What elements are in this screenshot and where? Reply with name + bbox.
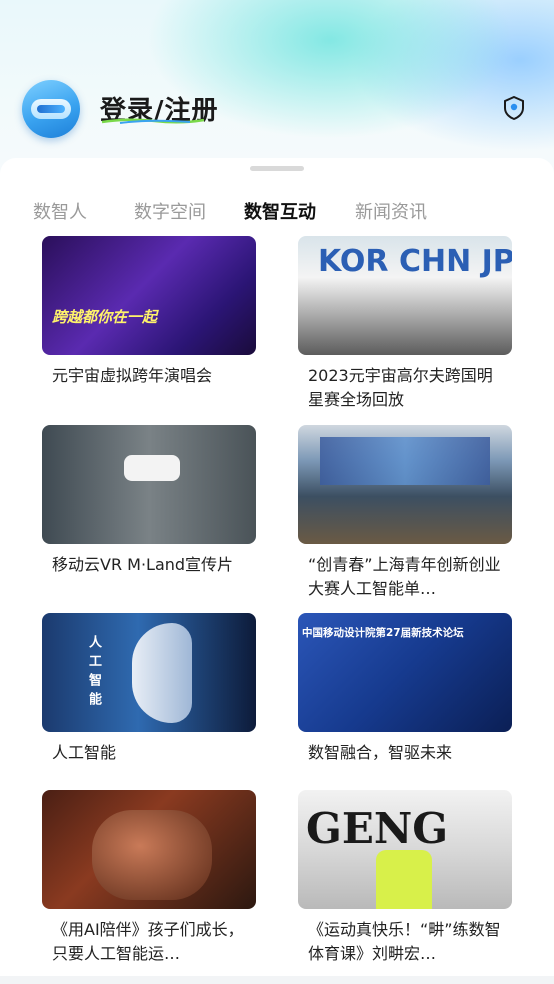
drag-handle[interactable] — [250, 166, 304, 171]
trainer-figure-shape — [376, 850, 432, 909]
tab-news[interactable]: 新闻资讯 — [355, 198, 427, 224]
video-thumbnail[interactable] — [298, 425, 512, 544]
location-shield-icon[interactable] — [503, 96, 525, 120]
video-card[interactable]: 跨越都你在一起 元宇宙虚拟跨年演唱会 — [42, 236, 256, 388]
video-title[interactable]: 2023元宇宙高尔夫跨国明星赛全场回放 — [308, 364, 508, 412]
video-card[interactable]: “创青春”上海青年创新创业大赛人工智能单… — [298, 425, 512, 601]
video-title[interactable]: 移动云VR M·Land宣传片 — [52, 553, 252, 577]
thumbnail-text: KOR CHN JPN — [318, 244, 512, 279]
video-thumbnail[interactable]: KOR CHN JPN — [298, 236, 512, 355]
stage-screen-shape — [320, 437, 490, 485]
video-card[interactable]: GENG 《运动真快乐！“畊”练数智体育课》刘畊宏… — [298, 790, 512, 966]
tab-digital-interaction[interactable]: 数智互动 — [244, 198, 316, 224]
tab-digital-space[interactable]: 数字空间 — [134, 198, 206, 224]
video-thumbnail[interactable] — [42, 790, 256, 909]
thumbnail-text: 跨越都你在一起 — [52, 308, 158, 326]
bottom-edge — [0, 976, 554, 984]
video-title[interactable]: 《运动真快乐！“畊”练数智体育课》刘畊宏… — [308, 918, 508, 966]
video-thumbnail[interactable]: 跨越都你在一起 — [42, 236, 256, 355]
video-card[interactable]: 《用AI陪伴》孩子们成长，只要人工智能运… — [42, 790, 256, 966]
video-thumbnail[interactable]: GENG — [298, 790, 512, 909]
video-card[interactable]: 人工智能 人工智能 — [42, 613, 256, 765]
video-card[interactable]: 移动云VR M·Land宣传片 — [42, 425, 256, 577]
video-title[interactable]: 数智融合，智驱未来 — [308, 741, 508, 765]
video-title[interactable]: 元宇宙虚拟跨年演唱会 — [52, 364, 252, 388]
vr-headset-shape — [124, 455, 180, 481]
video-card[interactable]: KOR CHN JPN 2023元宇宙高尔夫跨国明星赛全场回放 — [298, 236, 512, 412]
video-title[interactable]: “创青春”上海青年创新创业大赛人工智能单… — [308, 553, 508, 601]
tab-digital-human[interactable]: 数智人 — [33, 198, 87, 224]
scene-figures-shape — [92, 810, 212, 900]
video-title[interactable]: 《用AI陪伴》孩子们成长，只要人工智能运… — [52, 918, 252, 966]
category-tabs: 数智人 数字空间 数智互动 新闻资讯 — [0, 198, 554, 224]
vr-robot-avatar-icon[interactable] — [22, 80, 80, 138]
thumbnail-text: GENG — [306, 804, 449, 853]
video-thumbnail[interactable]: 人工智能 — [42, 613, 256, 732]
login-underline-decoration — [101, 118, 205, 124]
video-thumbnail[interactable] — [42, 425, 256, 544]
thumbnail-text: 人工智能 — [86, 635, 101, 711]
video-card[interactable]: 中国移动设计院第27届新技术论坛 数智融合，智驱未来 — [298, 613, 512, 765]
thumbnail-text: 中国移动设计院第27届新技术论坛 — [302, 627, 464, 639]
header-background — [0, 0, 554, 175]
video-thumbnail[interactable]: 中国移动设计院第27届新技术论坛 — [298, 613, 512, 732]
video-title[interactable]: 人工智能 — [52, 741, 252, 765]
ai-face-shape — [132, 623, 192, 723]
